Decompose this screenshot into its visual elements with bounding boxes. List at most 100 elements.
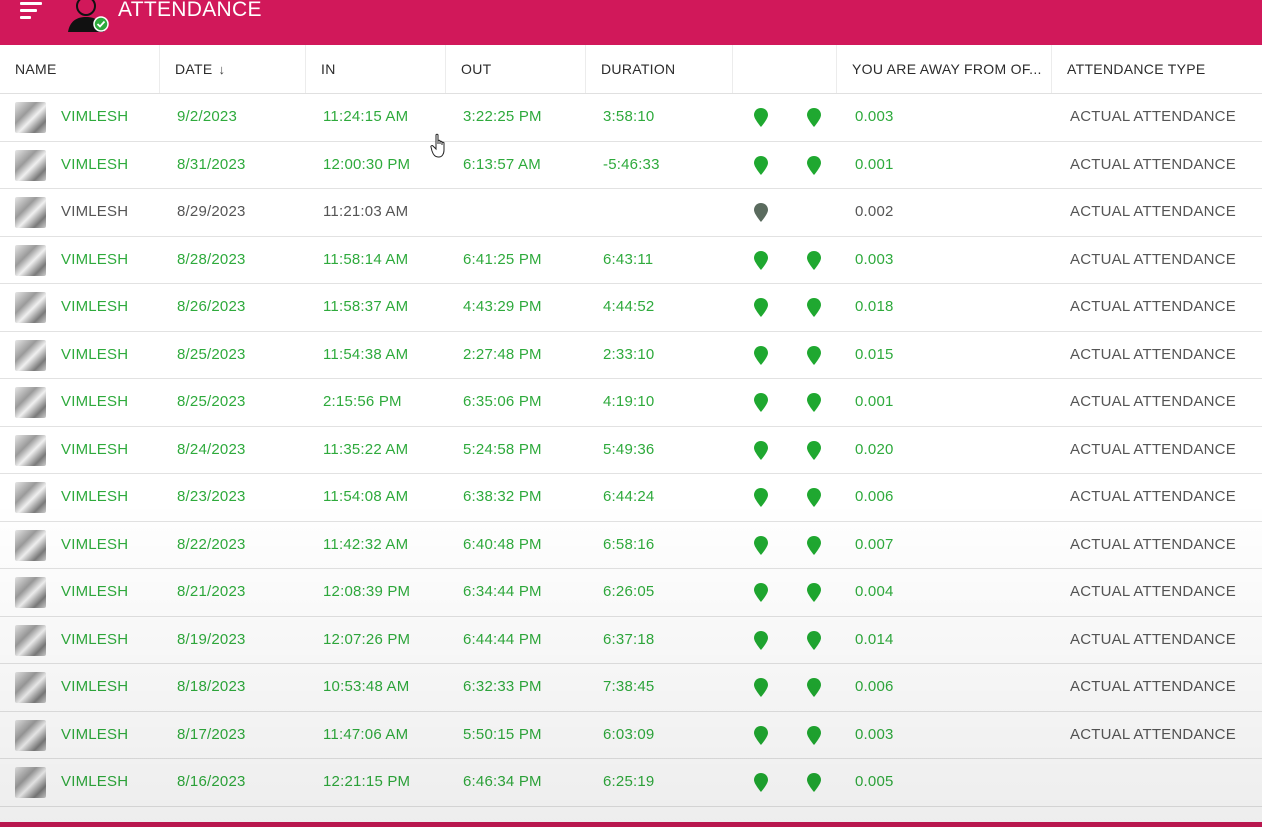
- table-row[interactable]: VIMLESH 8/28/2023 11:58:14 AM 6:41:25 PM 6:4…: [0, 237, 1262, 284]
- check-in-location-pin-icon[interactable]: [754, 108, 768, 127]
- table-row[interactable]: VIMLESH 8/26/2023 11:58:37 AM 4:43:29 PM 4:4…: [0, 284, 1262, 332]
- check-out-location-pin-icon[interactable]: [807, 583, 821, 602]
- table-row[interactable]: VIMLESH 8/23/2023 11:54:08 AM 6:38:32 PM 6:4…: [0, 474, 1262, 522]
- cell-in-time: 11:35:22 AM: [323, 440, 409, 458]
- check-in-location-pin-icon[interactable]: [754, 725, 768, 745]
- cell-in-time: 11:21:03 AM: [323, 203, 409, 220]
- check-in-location-pin-icon[interactable]: [754, 773, 768, 792]
- check-out-location-pin-icon[interactable]: [807, 345, 821, 365]
- cell-date: 8/19/2023: [177, 630, 246, 648]
- cell-out-time: 6:44:44 PM: [463, 630, 542, 648]
- cell-date: 8/28/2023: [177, 250, 246, 268]
- cell-distance: 0.015: [855, 345, 894, 363]
- cell-attendance-type: ACTUAL ATTENDANCE: [1070, 583, 1236, 600]
- check-in-location-pin-icon[interactable]: [754, 535, 768, 555]
- cell-date: 8/18/2023: [177, 678, 246, 695]
- table-row[interactable]: VIMLESH 9/2/2023 11:24:15 AM 3:22:25 PM 3:58…: [0, 94, 1262, 142]
- check-in-location-pin-icon[interactable]: [754, 298, 768, 317]
- cell-name: VIMLESH: [61, 773, 129, 790]
- check-out-location-pin-icon[interactable]: [807, 488, 821, 507]
- cell-duration: 6:26:05: [603, 583, 655, 600]
- table-row[interactable]: VIMLESH 8/22/2023 11:42:32 AM 6:40:48 PM 6:5…: [0, 522, 1262, 569]
- column-header-distance[interactable]: YOU ARE AWAY FROM OF...: [837, 45, 1052, 93]
- check-out-location-pin-icon[interactable]: [807, 393, 821, 412]
- avatar: [15, 767, 46, 798]
- table-row[interactable]: VIMLESH 8/31/2023 12:00:30 PM 6:13:57 AM -5:…: [0, 142, 1262, 189]
- check-out-location-pin-icon[interactable]: [807, 250, 821, 270]
- table-row[interactable]: VIMLESH 8/24/2023 11:35:22 AM 5:24:58 PM 5:4…: [0, 427, 1262, 474]
- check-out-location-pin-icon[interactable]: [807, 773, 821, 792]
- check-out-location-pin-icon[interactable]: [807, 678, 821, 697]
- check-in-location-pin-icon[interactable]: [754, 393, 768, 412]
- table-row[interactable]: VIMLESH 8/21/2023 12:08:39 PM 6:34:44 PM 6:2…: [0, 569, 1262, 617]
- column-header-duration[interactable]: DURATION: [586, 45, 733, 93]
- cell-duration: 6:25:19: [603, 773, 655, 790]
- check-out-location-pin-icon[interactable]: [807, 725, 821, 745]
- app-header: ATTENDANCE: [0, 0, 1262, 45]
- avatar: [15, 387, 46, 418]
- column-header-attendance-type[interactable]: ATTENDANCE TYPE: [1052, 45, 1262, 93]
- column-header-type-label: ATTENDANCE TYPE: [1067, 61, 1206, 77]
- column-header-name[interactable]: NAME: [0, 45, 160, 93]
- sort-arrow-down-icon[interactable]: ↓: [219, 46, 226, 93]
- check-out-location-pin-icon[interactable]: [807, 630, 821, 650]
- cell-distance: 0.006: [855, 678, 894, 695]
- cell-duration: 6:37:18: [603, 630, 655, 648]
- check-out-location-pin-icon[interactable]: [807, 155, 821, 175]
- cell-attendance-type: ACTUAL ATTENDANCE: [1070, 298, 1236, 315]
- cell-in-time: 11:58:37 AM: [323, 298, 409, 315]
- check-out-location-pin-icon[interactable]: [807, 535, 821, 555]
- column-header-date[interactable]: DATE ↓: [160, 45, 306, 93]
- cell-duration: 4:44:52: [603, 298, 655, 315]
- table-header: NAME DATE ↓ IN OUT DURATION YOU ARE AWAY …: [0, 45, 1262, 94]
- cell-in-time: 11:47:06 AM: [323, 725, 409, 743]
- table-row[interactable]: VIMLESH 8/17/2023 11:47:06 AM 5:50:15 PM 6:0…: [0, 712, 1262, 759]
- check-in-location-pin-icon[interactable]: [754, 203, 768, 222]
- check-out-location-pin-icon[interactable]: [807, 298, 821, 317]
- table-row[interactable]: VIMLESH 8/29/2023 11:21:03 AM 0.002 ACTUAL A…: [0, 189, 1262, 237]
- table-row[interactable]: VIMLESH 8/25/2023 11:54:38 AM 2:27:48 PM 2:3…: [0, 332, 1262, 379]
- cell-attendance-type: ACTUAL ATTENDANCE: [1070, 108, 1236, 125]
- cell-name: VIMLESH: [61, 108, 129, 125]
- check-in-location-pin-icon[interactable]: [754, 250, 768, 270]
- cell-attendance-type: ACTUAL ATTENDANCE: [1070, 250, 1236, 268]
- check-in-location-pin-icon[interactable]: [754, 678, 768, 697]
- table-row[interactable]: VIMLESH 8/16/2023 12:21:15 PM 6:46:34 PM 6:2…: [0, 759, 1262, 807]
- attendance-user-icon: [68, 0, 109, 32]
- cell-name: VIMLESH: [61, 393, 129, 410]
- cell-name: VIMLESH: [61, 535, 129, 553]
- cell-duration: 3:58:10: [603, 108, 655, 125]
- check-in-location-pin-icon[interactable]: [754, 345, 768, 365]
- column-header-in[interactable]: IN: [306, 45, 446, 93]
- cell-date: 8/25/2023: [177, 345, 246, 363]
- check-out-location-pin-icon[interactable]: [807, 440, 821, 460]
- table-row[interactable]: VIMLESH 8/19/2023 12:07:26 PM 6:44:44 PM 6:3…: [0, 617, 1262, 664]
- column-header-out[interactable]: OUT: [446, 45, 586, 93]
- avatar: [15, 672, 46, 703]
- cell-date: 8/21/2023: [177, 583, 246, 600]
- cell-duration: 5:49:36: [603, 440, 655, 458]
- cell-in-time: 11:42:32 AM: [323, 535, 409, 553]
- cell-out-time: 5:24:58 PM: [463, 440, 542, 458]
- table-row[interactable]: VIMLESH 8/25/2023 2:15:56 PM 6:35:06 PM 4:19…: [0, 379, 1262, 427]
- hamburger-menu-icon[interactable]: [20, 2, 44, 20]
- cell-name: VIMLESH: [61, 488, 129, 505]
- check-out-location-pin-icon[interactable]: [807, 108, 821, 127]
- check-in-location-pin-icon[interactable]: [754, 155, 768, 175]
- cell-in-time: 11:54:08 AM: [323, 488, 409, 505]
- cell-date: 8/16/2023: [177, 773, 246, 790]
- column-header-duration-label: DURATION: [601, 61, 676, 77]
- check-in-location-pin-icon[interactable]: [754, 440, 768, 460]
- avatar: [15, 482, 46, 513]
- cell-distance: 0.004: [855, 583, 894, 600]
- cell-distance: 0.003: [855, 725, 894, 743]
- cell-distance: 0.014: [855, 630, 894, 648]
- cell-duration: 6:43:11: [603, 250, 654, 268]
- check-in-location-pin-icon[interactable]: [754, 488, 768, 507]
- check-in-location-pin-icon[interactable]: [754, 583, 768, 602]
- table-row[interactable]: VIMLESH 8/18/2023 10:53:48 AM 6:32:33 PM 7:3…: [0, 664, 1262, 712]
- cell-name: VIMLESH: [61, 678, 129, 695]
- cell-distance: 0.005: [855, 773, 894, 790]
- check-in-location-pin-icon[interactable]: [754, 630, 768, 650]
- cell-name: VIMLESH: [61, 440, 129, 458]
